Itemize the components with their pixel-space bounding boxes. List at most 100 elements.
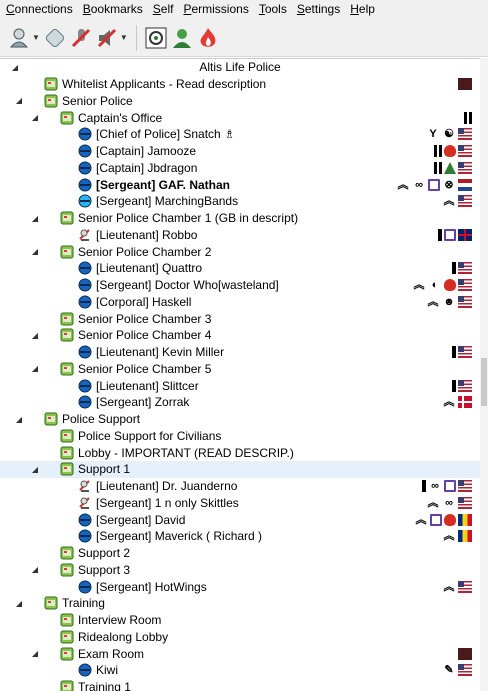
twitch-icon [444, 480, 456, 493]
channel-row[interactable]: ◢ Senior Police Chamber 2 [0, 243, 480, 260]
user-row[interactable]: [Sergeant] Doctor Who[wasteland] ︽ ◐ [0, 277, 480, 294]
user-name: [Sergeant] Zorrak [96, 395, 190, 410]
menu-bar: Connections Bookmarks Self Permissions Tools… [0, 0, 488, 19]
chevron-rank-icon: ︽ [443, 580, 455, 593]
channel-name: Support 2 [78, 546, 131, 561]
channel-row[interactable]: ◢ Senior Police [0, 93, 480, 110]
channel-icon [44, 77, 58, 91]
us-flag-icon [458, 161, 472, 174]
user-status-icon [78, 178, 92, 192]
expand-caret-icon[interactable]: ◢ [30, 331, 40, 340]
expand-caret-icon[interactable]: ◢ [30, 465, 40, 474]
row-icon [78, 513, 92, 527]
fire-button[interactable] [197, 25, 219, 51]
chevron-down-icon[interactable]: ▼ [120, 33, 128, 42]
target-button[interactable] [145, 25, 167, 51]
menu-item-settings[interactable]: Settings [295, 0, 348, 19]
scrollbar[interactable] [480, 58, 488, 691]
user-row[interactable]: [Sergeant] David ︽ [0, 511, 480, 528]
channel-row[interactable]: Ridealong Lobby [0, 629, 480, 646]
dk-flag-icon [458, 396, 472, 409]
row-icon [60, 211, 74, 225]
user-name: [Sergeant] Doctor Who[wasteland] [96, 278, 279, 293]
channel-row[interactable]: ◢ Support 3 [0, 562, 480, 579]
menu-accelerator: S [152, 2, 161, 16]
channel-name: Support 3 [78, 562, 131, 577]
expand-caret-icon[interactable]: ◢ [30, 364, 40, 373]
channel-row[interactable]: ◢ Senior Police Chamber 4 [0, 327, 480, 344]
channel-icon [60, 312, 74, 326]
channel-row[interactable]: ◢ Exam Room [0, 645, 480, 662]
channel-row[interactable]: ◢ Support 1 [0, 461, 480, 478]
menu-item-tools[interactable]: Tools [257, 0, 295, 19]
channel-tree[interactable]: ◢ Altis Life Police Whitelist Applicants… [0, 58, 480, 691]
connect-button[interactable]: ▼ [8, 25, 40, 51]
channel-row[interactable]: Whitelist Applicants - Read description [0, 76, 480, 93]
channel-row[interactable]: ◢ Captain's Office [0, 109, 480, 126]
menu-item-self[interactable]: Self [151, 0, 182, 19]
user-row[interactable]: [Captain] Jbdragon [0, 160, 480, 177]
channel-row[interactable]: Police Support for Civilians [0, 428, 480, 445]
menu-item-help[interactable]: Help [348, 0, 383, 19]
us-flag-icon [458, 580, 472, 593]
channel-row[interactable]: Support 2 [0, 545, 480, 562]
user-row[interactable]: [Captain] Jamooze [0, 143, 480, 160]
expand-caret-icon[interactable]: ◢ [30, 113, 40, 122]
user-row[interactable]: [Corporal] Haskell ︽ ☻ [0, 294, 480, 311]
expand-caret-icon[interactable]: ◢ [30, 214, 40, 223]
channel-icon [44, 94, 58, 108]
row-icon [78, 395, 92, 409]
channel-row[interactable]: Senior Police Chamber 3 [0, 310, 480, 327]
expand-caret-icon[interactable]: ◢ [14, 96, 24, 105]
user-row[interactable]: Kiwi ✎ [0, 662, 480, 679]
channel-icon [60, 446, 74, 460]
user-name: [Lieutenant] Dr. Juanderno [96, 479, 238, 494]
user-row[interactable]: [Lieutenant] Slittcer [0, 377, 480, 394]
channel-row[interactable]: Training 1 [0, 679, 480, 691]
user-row[interactable]: [Chief of Police] Snatch ♗ Y ☯ [0, 126, 480, 143]
menu-label: elp [358, 2, 375, 16]
row-icon [60, 630, 74, 644]
row-icon [60, 111, 74, 125]
chevron-down-icon[interactable]: ▼ [32, 33, 40, 42]
user-info-button[interactable] [171, 25, 193, 51]
mute-speakers-button[interactable]: ▼ [96, 25, 128, 51]
expand-caret-icon[interactable]: ◢ [30, 247, 40, 256]
user-status-icon [78, 127, 92, 141]
channel-row[interactable]: Interview Room [0, 612, 480, 629]
chevron-rank-icon: ︽ [397, 178, 409, 191]
user-row[interactable]: [Sergeant] MarchingBands ︽ [0, 193, 480, 210]
expand-caret-icon[interactable]: ◢ [14, 599, 24, 608]
user-row[interactable]: [Sergeant] GAF. Nathan ︽ ∞ ⊗ [0, 176, 480, 193]
menu-label: ettings [304, 2, 341, 16]
server-root[interactable]: ◢ Altis Life Police [0, 59, 480, 76]
channel-row[interactable]: Lobby - IMPORTANT (READ DESCRIP.) [0, 444, 480, 461]
expand-caret-icon[interactable]: ◢ [14, 415, 24, 424]
channel-row[interactable]: ◢ Senior Police Chamber 5 [0, 361, 480, 378]
toolbar: ▼ ▼ [0, 19, 488, 57]
user-row[interactable]: [Sergeant] Zorrak ︽ [0, 394, 480, 411]
user-row[interactable]: [Lieutenant] Dr. Juanderno ∞ [0, 478, 480, 495]
user-row[interactable]: [Sergeant] Maverick ( Richard ) ︽ [0, 528, 480, 545]
user-row[interactable]: [Lieutenant] Robbo [0, 227, 480, 244]
scrollbar-thumb[interactable] [481, 358, 487, 406]
fire-icon [200, 27, 216, 47]
expand-caret-icon[interactable]: ◢ [30, 649, 40, 658]
user-row[interactable]: [Sergeant] 1 n only Skittles ︽ ∞ [0, 495, 480, 512]
user-row[interactable]: [Sergeant] HotWings ︽ [0, 578, 480, 595]
expand-caret-icon[interactable]: ◢ [30, 565, 40, 574]
user-status-icon [78, 161, 92, 175]
channel-row[interactable]: ◢ Senior Police Chamber 1 (GB in descript… [0, 210, 480, 227]
menu-item-permissions[interactable]: Permissions [181, 0, 256, 19]
user-row[interactable]: [Lieutenant] Quattro [0, 260, 480, 277]
disconnect-button[interactable] [44, 25, 66, 51]
channel-name: Senior Police Chamber 2 [78, 244, 212, 259]
row-icon [78, 580, 92, 594]
channel-row[interactable]: ◢ Police Support [0, 411, 480, 428]
badge-group [452, 379, 472, 392]
menu-item-connections[interactable]: Connections [4, 0, 81, 19]
user-row[interactable]: [Lieutenant] Kevin Miller [0, 344, 480, 361]
channel-row[interactable]: ◢ Training [0, 595, 480, 612]
mute-microphone-button[interactable] [70, 25, 92, 51]
menu-item-bookmarks[interactable]: Bookmarks [81, 0, 151, 19]
